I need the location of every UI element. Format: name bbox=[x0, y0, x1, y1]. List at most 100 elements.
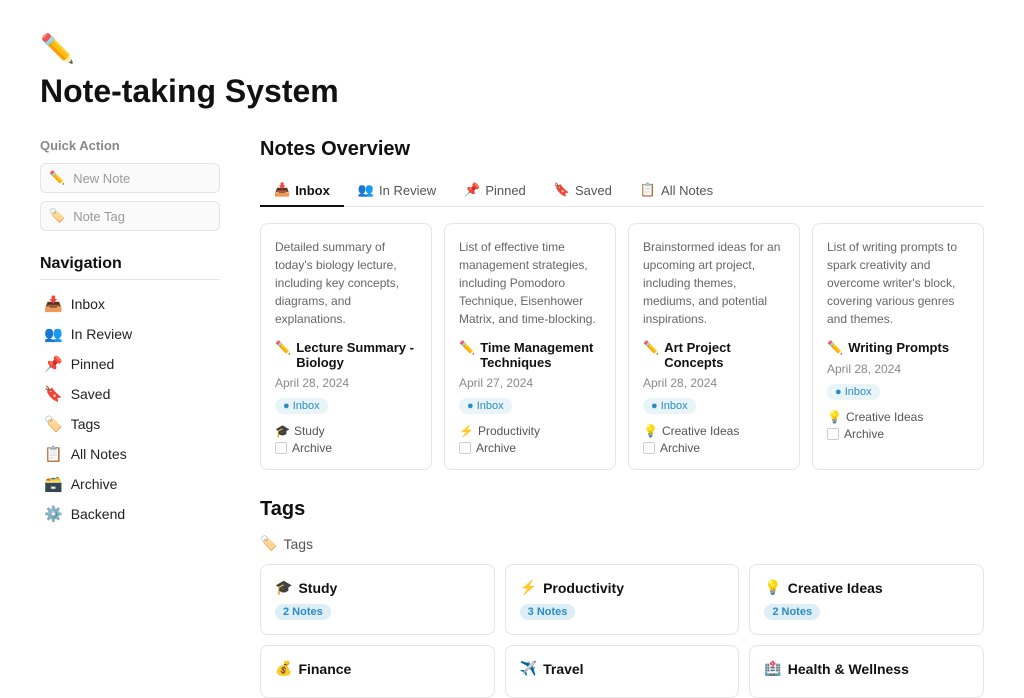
creative-icon-2: 💡 bbox=[643, 424, 658, 438]
tab-inbox-icon: 📥 bbox=[274, 182, 290, 198]
sidebar-item-inreview-label: In Review bbox=[71, 326, 132, 342]
archive-checkbox-1[interactable] bbox=[459, 442, 471, 454]
backend-icon: ⚙️ bbox=[44, 505, 63, 523]
note-tag-inbox-2[interactable]: ● Inbox bbox=[643, 398, 696, 414]
note-tag-button[interactable]: 🏷️ Note Tag bbox=[40, 201, 220, 231]
note-creative-tag-3: 💡 Creative Ideas bbox=[827, 410, 969, 424]
sidebar-item-allnotes[interactable]: 📋 All Notes bbox=[40, 440, 220, 468]
new-note-button[interactable]: ✏️ New Note bbox=[40, 163, 220, 193]
note-tags-0: ● Inbox bbox=[275, 398, 417, 418]
sidebar-item-saved[interactable]: 🔖 Saved bbox=[40, 380, 220, 408]
note-card-2: Brainstormed ideas for an upcoming art p… bbox=[628, 223, 800, 470]
quick-action-section: Quick Action ✏️ New Note 🏷️ Note Tag bbox=[40, 138, 220, 231]
note-date-3: April 28, 2024 bbox=[827, 362, 969, 376]
tag-card-finance[interactable]: 💰 Finance bbox=[260, 645, 495, 698]
note-archive-2[interactable]: Archive bbox=[643, 441, 785, 455]
note-date-1: April 27, 2024 bbox=[459, 376, 601, 390]
sidebar-item-inbox-label: Inbox bbox=[71, 296, 105, 312]
note-title-0: ✏️ Lecture Summary - Biology bbox=[275, 340, 417, 370]
note-desc-1: List of effective time management strate… bbox=[459, 238, 601, 328]
sidebar-item-pinned-label: Pinned bbox=[71, 356, 115, 372]
tags-header-icon: 🏷️ bbox=[260, 535, 277, 552]
tag-card-finance-title: 💰 Finance bbox=[275, 660, 480, 677]
travel-tag-icon: ✈️ bbox=[520, 660, 537, 677]
tags-section-title: Tags bbox=[260, 498, 984, 521]
tags-section: Tags 🏷️ Tags 🎓 Study 2 Notes bbox=[260, 498, 984, 698]
note-tags-2: ● Inbox bbox=[643, 398, 785, 418]
note-creative-tag-2: 💡 Creative Ideas bbox=[643, 424, 785, 438]
tag-card-health-title: 🏥 Health & Wellness bbox=[764, 660, 969, 677]
archive-checkbox-3[interactable] bbox=[827, 428, 839, 440]
note-tag-label: Note Tag bbox=[73, 209, 125, 224]
tags-header-row: 🏷️ Tags bbox=[260, 535, 984, 552]
notes-overview-title: Notes Overview bbox=[260, 138, 984, 161]
pinned-icon: 📌 bbox=[44, 355, 63, 373]
notes-tabs: 📥 Inbox 👥 In Review 📌 Pinned 🔖 Saved bbox=[260, 175, 984, 207]
note-card-0: Detailed summary of today's biology lect… bbox=[260, 223, 432, 470]
sidebar-item-archive-label: Archive bbox=[71, 476, 118, 492]
tab-saved-icon: 🔖 bbox=[554, 182, 570, 198]
notes-grid: Detailed summary of today's biology lect… bbox=[260, 223, 984, 470]
new-note-label: New Note bbox=[73, 171, 130, 186]
health-tag-icon: 🏥 bbox=[764, 660, 781, 677]
tab-allnotes[interactable]: 📋 All Notes bbox=[626, 175, 727, 207]
app-icon: ✏️ bbox=[40, 32, 984, 65]
note-desc-0: Detailed summary of today's biology lect… bbox=[275, 238, 417, 328]
sidebar-item-inreview[interactable]: 👥 In Review bbox=[40, 320, 220, 348]
note-edit-icon-1: ✏️ bbox=[459, 340, 475, 356]
app-header: ✏️ Note-taking System bbox=[40, 32, 984, 110]
note-archive-0[interactable]: Archive bbox=[275, 441, 417, 455]
sidebar-item-backend-label: Backend bbox=[71, 506, 125, 522]
sidebar-item-pinned[interactable]: 📌 Pinned bbox=[40, 350, 220, 378]
tab-allnotes-label: All Notes bbox=[661, 183, 713, 198]
quick-action-title: Quick Action bbox=[40, 138, 220, 153]
tab-inreview[interactable]: 👥 In Review bbox=[344, 175, 450, 207]
sidebar-item-tags[interactable]: 🏷️ Tags bbox=[40, 410, 220, 438]
saved-icon: 🔖 bbox=[44, 385, 63, 403]
tags-header-label: Tags bbox=[283, 536, 313, 552]
tag-card-study[interactable]: 🎓 Study 2 Notes bbox=[260, 564, 495, 635]
tag-card-study-title: 🎓 Study bbox=[275, 579, 480, 596]
note-date-2: April 28, 2024 bbox=[643, 376, 785, 390]
note-date-0: April 28, 2024 bbox=[275, 376, 417, 390]
tab-inbox[interactable]: 📥 Inbox bbox=[260, 175, 344, 207]
tab-inbox-label: Inbox bbox=[295, 183, 330, 198]
archive-icon: 🗃️ bbox=[44, 475, 63, 493]
tag-card-creative-title: 💡 Creative Ideas bbox=[764, 579, 969, 596]
tab-pinned[interactable]: 📌 Pinned bbox=[450, 175, 540, 207]
creative-tag-count: 2 Notes bbox=[764, 604, 820, 620]
tab-inreview-label: In Review bbox=[379, 183, 436, 198]
sidebar: Quick Action ✏️ New Note 🏷️ Note Tag Nav… bbox=[40, 138, 220, 698]
nav-title: Navigation bbox=[40, 255, 220, 280]
note-archive-1[interactable]: Archive bbox=[459, 441, 601, 455]
note-edit-icon-3: ✏️ bbox=[827, 340, 843, 356]
creative-tag-icon: 💡 bbox=[764, 579, 781, 596]
note-card-1: List of effective time management strate… bbox=[444, 223, 616, 470]
tags-icon: 🏷️ bbox=[44, 415, 63, 433]
note-tags-3: ● Inbox bbox=[827, 384, 969, 404]
study-icon-0: 🎓 bbox=[275, 424, 290, 438]
tab-saved[interactable]: 🔖 Saved bbox=[540, 175, 626, 207]
note-tag-inbox-0[interactable]: ● Inbox bbox=[275, 398, 328, 414]
sidebar-item-archive[interactable]: 🗃️ Archive bbox=[40, 470, 220, 498]
tag-card-travel[interactable]: ✈️ Travel bbox=[505, 645, 740, 698]
app-title: Note-taking System bbox=[40, 73, 984, 110]
study-tag-count: 2 Notes bbox=[275, 604, 331, 620]
inreview-icon: 👥 bbox=[44, 325, 63, 343]
tag-card-productivity[interactable]: ⚡ Productivity 3 Notes bbox=[505, 564, 740, 635]
sidebar-item-backend[interactable]: ⚙️ Backend bbox=[40, 500, 220, 528]
tab-inreview-icon: 👥 bbox=[358, 182, 374, 198]
creative-icon-3: 💡 bbox=[827, 410, 842, 424]
tab-saved-label: Saved bbox=[575, 183, 612, 198]
archive-checkbox-2[interactable] bbox=[643, 442, 655, 454]
note-tag-inbox-3[interactable]: ● Inbox bbox=[827, 384, 880, 400]
sidebar-item-tags-label: Tags bbox=[71, 416, 101, 432]
note-archive-3[interactable]: Archive bbox=[827, 427, 969, 441]
note-desc-3: List of writing prompts to spark creativ… bbox=[827, 238, 969, 328]
note-title-1: ✏️ Time Management Techniques bbox=[459, 340, 601, 370]
note-tag-inbox-1[interactable]: ● Inbox bbox=[459, 398, 512, 414]
tag-card-health[interactable]: 🏥 Health & Wellness bbox=[749, 645, 984, 698]
tag-card-creative[interactable]: 💡 Creative Ideas 2 Notes bbox=[749, 564, 984, 635]
sidebar-item-inbox[interactable]: 📥 Inbox bbox=[40, 290, 220, 318]
archive-checkbox-0[interactable] bbox=[275, 442, 287, 454]
